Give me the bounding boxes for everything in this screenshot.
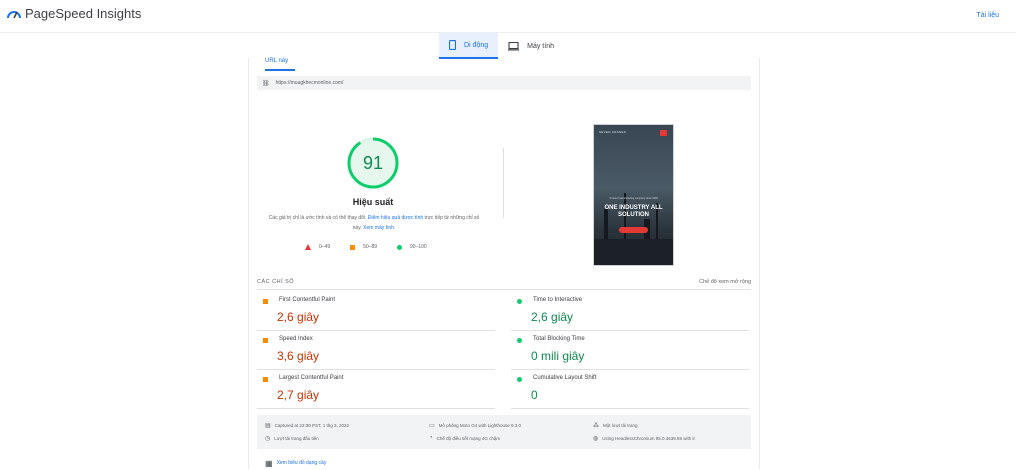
performance-description: Các giá trị chỉ là ước tính và có thể th… (265, 213, 483, 233)
triangle-icon (305, 244, 311, 250)
circle-icon (517, 338, 522, 343)
report-panel: URL này ⛓ https://muagkhecmonline.com/ 9… (248, 58, 760, 469)
metric-value: 2,6 giây (277, 310, 320, 324)
single-load-info: ⁂ Một lượt tải trang (593, 422, 637, 429)
preview-ground (594, 239, 673, 265)
metric-label: First Contentful Paint (279, 297, 336, 303)
single-load-text: Một lượt tải trang (603, 423, 638, 428)
square-icon (263, 377, 268, 382)
docs-link[interactable]: Tài liệu (976, 12, 999, 19)
tab-mobile[interactable]: Di động (439, 33, 499, 59)
metric-label: Cumulative Layout Shift (533, 375, 597, 381)
metrics-heading: CÁC CHỈ SỐ (257, 279, 295, 285)
view-treemap-button[interactable]: ▦ Xem biểu đồ dạng cây (265, 456, 326, 470)
square-icon (263, 338, 268, 343)
tab-mobile-label: Di động (464, 41, 489, 49)
treemap-icon: ▦ (265, 458, 273, 468)
page-screenshot-preview: SEVEN CRANES Trusted manufacturing compa… (593, 124, 674, 266)
tab-desktop-label: Máy tính (527, 42, 554, 50)
circle-icon (397, 244, 403, 250)
first-load-text: Lượt tải trang đầu tiên (274, 436, 319, 441)
legend-average-label: 50–89 (363, 244, 378, 250)
metric-cls: Cumulative Layout Shift 0 (511, 372, 749, 409)
legend-poor-label: 0–49 (319, 244, 331, 250)
device-tabs: Di động Máy tính (439, 33, 564, 59)
globe-icon: ◍ (593, 436, 599, 442)
people-icon: ⁂ (593, 423, 599, 429)
legend-good: 90–100 (397, 244, 427, 250)
metrics-header: CÁC CHỈ SỐ Chế độ xem mở rộng (257, 279, 751, 290)
wifi-icon: ◔ (429, 435, 433, 441)
captured-at: ▤ Captured at 22:30 PST, 1 thg 3, 2022 (265, 422, 349, 429)
browser-text: Using HeadlessChromium 95.0.4638.69 with… (602, 436, 696, 441)
mobile-icon (449, 40, 456, 50)
metric-tbt: Total Blocking Time 0 mili giây (511, 333, 749, 370)
metric-label: Speed Index (279, 336, 313, 342)
metric-tti: Time to Interactive 2,6 giây (511, 294, 749, 331)
desktop-icon (508, 41, 520, 50)
emulation-text: Mô phỏng Moto G4 with Lighthouse 9.3.0 (438, 423, 521, 428)
pagespeed-logo-icon (7, 10, 21, 18)
device-icon: ▭ (429, 423, 435, 429)
legend-poor: 0–49 (305, 244, 330, 250)
throttle-text: Chế độ điều tiết mạng 4G chậm (436, 435, 501, 441)
metric-value: 0 (531, 388, 538, 402)
link-icon: ⛓ (262, 80, 270, 87)
expand-view-toggle[interactable]: Chế độ xem mở rộng (699, 279, 751, 285)
url-bar: ⛓ https://muagkhecmonline.com/ (257, 76, 751, 90)
app-logo[interactable]: PageSpeed Insights (7, 6, 141, 21)
preview-cta-button (619, 227, 648, 233)
browser-info: ◍ Using HeadlessChromium 95.0.4638.69 wit… (593, 435, 695, 442)
performance-title: Hiệu suất (352, 197, 394, 207)
preview-headline: ONE INDUSTRY ALL SOLUTION (604, 205, 663, 218)
metric-label: Time to Interactive (533, 297, 583, 303)
performance-score: 91 (362, 152, 384, 173)
emulation-info: ▭ Mô phỏng Moto G4 with Lighthouse 9.3.0 (429, 422, 521, 429)
preview-brand: SEVEN CRANES (599, 130, 627, 134)
metric-value: 3,6 giây (277, 349, 320, 363)
metric-label: Total Blocking Time (533, 336, 585, 342)
metric-label: Largest Contentful Paint (279, 375, 344, 381)
score-legend: 0–49 50–89 90–100 (305, 244, 447, 250)
preview-menu-icon (660, 130, 667, 136)
metric-fcp: First Contentful Paint 2,6 giây (257, 294, 495, 331)
metric-value: 0 mili giây (531, 349, 585, 363)
app-title: PageSpeed Insights (25, 6, 142, 21)
metric-lcp: Largest Contentful Paint 2,7 giây (257, 372, 495, 409)
tab-desktop[interactable]: Máy tính (498, 33, 564, 59)
preview-tagline: Trusted manufacturing company since 1999 (609, 197, 658, 200)
calculator-link[interactable]: Xem máy tính. (363, 225, 395, 231)
initial-load: ◷ Lượt tải trang đầu tiên (265, 435, 319, 442)
square-icon (350, 244, 356, 250)
analyzed-url: https://muagkhecmonline.com/ (275, 80, 344, 86)
calendar-icon: ▤ (265, 423, 271, 429)
desc-text-1: Các giá trị chỉ là ước tính và có thể th… (268, 215, 367, 221)
timer-icon: ◷ (265, 436, 271, 442)
metric-speed-index: Speed Index 3,6 giây (257, 333, 495, 370)
runtime-settings: ▤ Captured at 22:30 PST, 1 thg 3, 2022 ◷ L… (257, 415, 751, 449)
calculated-link[interactable]: Điểm hiệu quả được tính (368, 215, 423, 221)
metric-value: 2,7 giây (277, 388, 320, 402)
legend-good-label: 90–100 (410, 244, 427, 250)
tab-this-url[interactable]: URL này (265, 58, 295, 71)
top-bar: PageSpeed Insights Tài liệu (0, 0, 1016, 33)
divider (503, 148, 504, 218)
metric-value: 2,6 giây (531, 310, 574, 324)
throttling-info: ◔ Chế độ điều tiết mạng 4G chậm (429, 435, 500, 441)
square-icon (263, 299, 268, 304)
treemap-label: Xem biểu đồ dạng cây (276, 460, 327, 466)
legend-average: 50–89 (350, 244, 377, 250)
circle-icon (517, 377, 522, 382)
captured-text: Captured at 22:30 PST, 1 thg 3, 2022 (274, 423, 349, 428)
circle-icon (517, 299, 522, 304)
